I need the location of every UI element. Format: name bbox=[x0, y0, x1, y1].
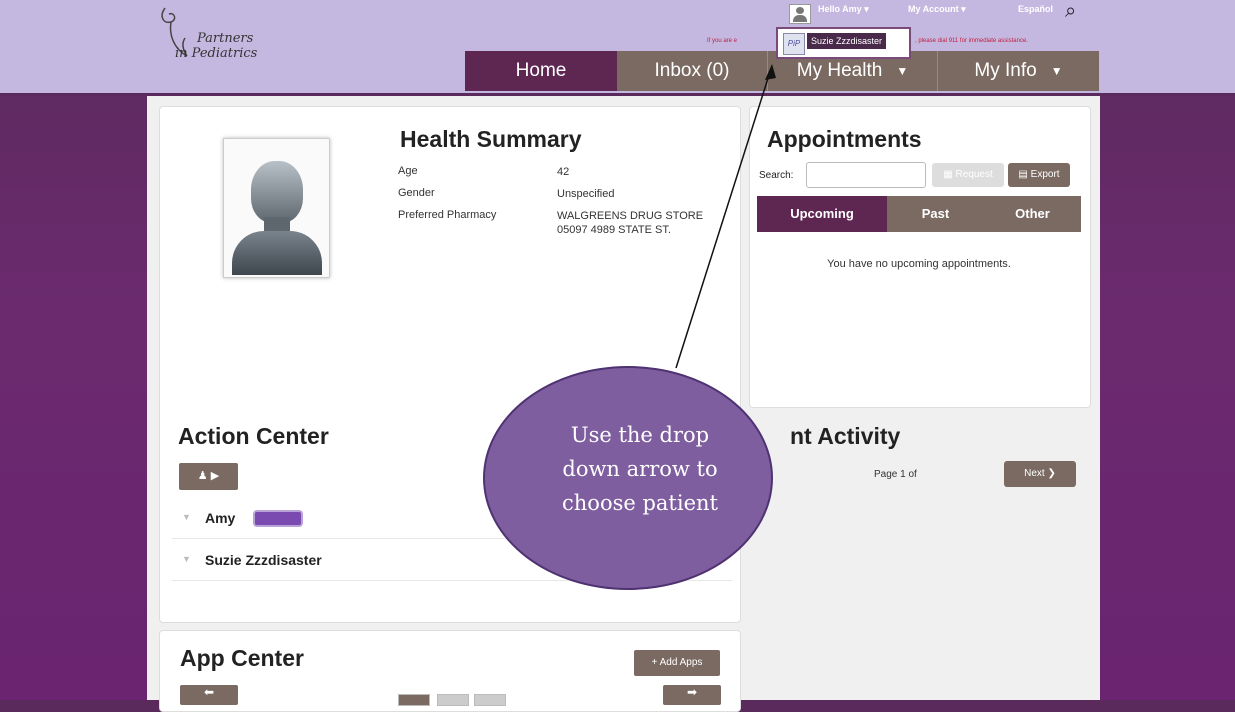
chevron-down-icon: ▼ bbox=[182, 512, 191, 522]
search-icon[interactable]: ⌕ bbox=[1065, 0, 1076, 23]
request-appointment-button[interactable]: ▦ Request bbox=[932, 163, 1004, 187]
logo-text-line2: in Pediatrics bbox=[175, 46, 258, 61]
export-button[interactable]: ▤ Export bbox=[1008, 163, 1070, 187]
age-label: Age bbox=[398, 165, 418, 177]
patient-photo-icon: PiP bbox=[783, 33, 805, 55]
greeting-dropdown[interactable]: Hello Amy ▾ bbox=[818, 4, 869, 15]
carousel-dot[interactable] bbox=[437, 694, 469, 706]
emergency-notice-right: , please dial 911 for immediate assistan… bbox=[915, 38, 1028, 44]
appointments-tabs: Upcoming Past Other bbox=[757, 196, 1081, 232]
app-carousel-next-button[interactable]: ➡ bbox=[663, 685, 721, 705]
tab-upcoming[interactable]: Upcoming bbox=[757, 196, 887, 232]
tab-other[interactable]: Other bbox=[984, 196, 1081, 232]
nav-tab-my-info[interactable]: My Info ▼ bbox=[937, 51, 1099, 91]
recent-activity-title: nt Activity bbox=[790, 423, 901, 449]
next-page-button[interactable]: Next ❯ bbox=[1004, 461, 1076, 487]
patient-select-button[interactable]: ♟ ▶ bbox=[179, 463, 238, 490]
language-link[interactable]: Español bbox=[1018, 4, 1053, 14]
chevron-down-icon: ▼ bbox=[182, 554, 191, 564]
redacted-surname bbox=[253, 510, 303, 527]
patient-avatar bbox=[223, 138, 330, 278]
pharmacy-label: Preferred Pharmacy bbox=[398, 209, 497, 221]
no-appointments-message: You have no upcoming appointments. bbox=[827, 258, 1011, 270]
appointments-title: Appointments bbox=[767, 126, 922, 152]
age-value: 42 bbox=[557, 166, 570, 178]
user-avatar-icon bbox=[789, 4, 811, 24]
patient-name: Suzie Zzzdisaster bbox=[205, 552, 322, 568]
instruction-callout-text: Use the drop down arrow to choose patien… bbox=[562, 423, 718, 515]
appointments-search-input[interactable] bbox=[806, 162, 926, 188]
carousel-dot[interactable] bbox=[474, 694, 506, 706]
partners-in-pediatrics-logo[interactable]: Partners in Pediatrics bbox=[157, 4, 287, 68]
pharmacy-value: WALGREENS DRUG STORE 05097 4989 STATE ST… bbox=[557, 210, 704, 236]
nav-tab-inbox[interactable]: Inbox (0) bbox=[617, 51, 767, 91]
tab-past[interactable]: Past bbox=[887, 196, 984, 232]
add-apps-button[interactable]: + Add Apps bbox=[634, 650, 720, 676]
carousel-dot[interactable] bbox=[398, 694, 430, 706]
patient-name: Amy bbox=[205, 510, 236, 526]
health-summary-title: Health Summary bbox=[400, 126, 582, 152]
gender-label: Gender bbox=[398, 187, 435, 199]
action-center-title: Action Center bbox=[178, 423, 329, 449]
logo-text-line1: Partners bbox=[197, 31, 254, 46]
nav-tab-home[interactable]: Home bbox=[465, 51, 617, 91]
app-carousel-prev-button[interactable]: ⬅ bbox=[180, 685, 238, 705]
appointments-search-label: Search: bbox=[759, 170, 794, 181]
emergency-notice-left: If you are e bbox=[707, 38, 738, 44]
recent-activity-page-indicator: Page 1 of bbox=[874, 469, 917, 480]
patient-switcher-popup[interactable]: PiP Suzie Zzzdisaster bbox=[776, 27, 911, 59]
app-center-title: App Center bbox=[180, 645, 304, 671]
my-account-dropdown[interactable]: My Account ▾ bbox=[908, 4, 966, 15]
chevron-down-icon: ▼ bbox=[1050, 64, 1063, 78]
gender-value: Unspecified bbox=[557, 188, 615, 200]
patient-switcher-option[interactable]: Suzie Zzzdisaster bbox=[807, 33, 887, 49]
